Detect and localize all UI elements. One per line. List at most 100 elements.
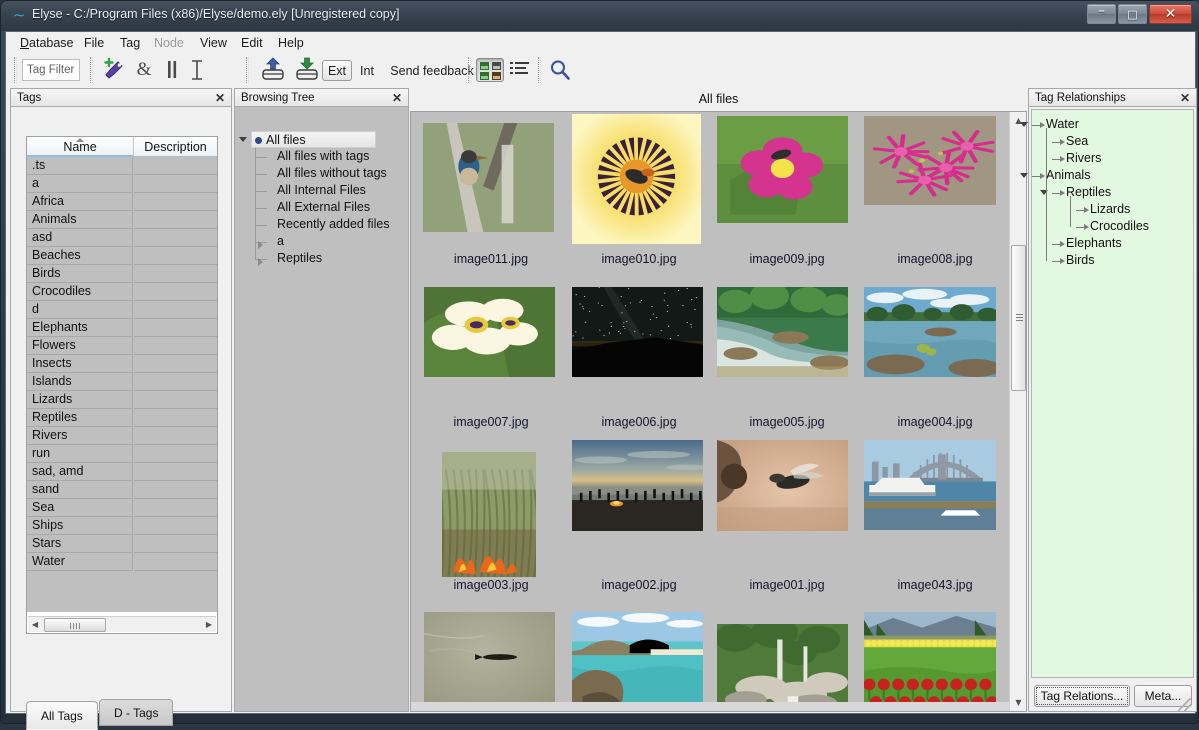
thumbnail-image[interactable]: [572, 612, 703, 710]
ext-button[interactable]: Ext: [322, 60, 352, 81]
tree-item-a[interactable]: a: [275, 233, 288, 250]
thumbnail-view-button[interactable]: [476, 58, 504, 82]
import-icon[interactable]: [258, 57, 288, 83]
close-icon[interactable]: ✕: [391, 89, 403, 107]
tags-list[interactable]: .tsaAfricaAnimalsasdBeachesBirdsCrocodil…: [27, 157, 217, 612]
table-row[interactable]: Stars: [27, 535, 217, 553]
chevron-down-icon[interactable]: [1020, 122, 1028, 127]
column-header-description[interactable]: Description: [134, 137, 217, 157]
tree-item-all-internal-files[interactable]: All Internal Files: [275, 182, 370, 199]
send-feedback-button[interactable]: Send feedback: [384, 60, 480, 81]
file-grid-item[interactable]: [707, 112, 867, 711]
list-view-button[interactable]: [510, 61, 530, 79]
tag-relationships-tree[interactable]: WaterSeaRiversAnimalsReptilesLizardsCroc…: [1031, 109, 1194, 678]
add-tag-icon[interactable]: [101, 57, 129, 83]
menu-file[interactable]: File: [84, 35, 104, 51]
relationship-item-reptiles[interactable]: Reptiles: [1066, 184, 1111, 201]
table-row[interactable]: .ts: [27, 157, 217, 175]
maximize-button[interactable]: □: [1118, 4, 1147, 24]
table-row[interactable]: Birds: [27, 265, 217, 283]
table-row[interactable]: Animals: [27, 211, 217, 229]
tag-description-cell: [134, 301, 217, 319]
scroll-down-icon[interactable]: ▼: [1010, 694, 1027, 711]
table-row[interactable]: Reptiles: [27, 409, 217, 427]
relationship-item-rivers[interactable]: Rivers: [1066, 150, 1101, 167]
tree-item-all-files-without-tags[interactable]: All files without tags: [275, 165, 391, 182]
search-button[interactable]: [549, 59, 573, 83]
table-row[interactable]: Beaches: [27, 247, 217, 265]
table-row[interactable]: Insects: [27, 355, 217, 373]
close-icon[interactable]: ✕: [214, 89, 226, 107]
table-row[interactable]: asd: [27, 229, 217, 247]
tree-item-reptiles[interactable]: Reptiles: [275, 250, 326, 267]
file-grid-horizontal-scrollbar[interactable]: [411, 702, 1009, 711]
scrollbar-thumb[interactable]: [1011, 245, 1026, 391]
chevron-right-icon[interactable]: [258, 241, 263, 249]
resize-grip[interactable]: [1178, 698, 1191, 711]
chevron-down-icon[interactable]: [239, 137, 247, 142]
table-row[interactable]: Lizards: [27, 391, 217, 409]
close-window-button[interactable]: ✕: [1149, 4, 1192, 24]
chevron-down-icon[interactable]: [1020, 173, 1028, 178]
tree-item-all-files-with-tags[interactable]: All files with tags: [275, 148, 373, 165]
tree-item-recently-added-files[interactable]: Recently added files: [275, 216, 394, 233]
thumbnail-image[interactable]: [864, 612, 996, 710]
file-grid-vertical-scrollbar[interactable]: ▲ ▼: [1009, 112, 1026, 711]
export-icon[interactable]: [292, 57, 322, 83]
tag-filter-input[interactable]: Tag Filter: [22, 59, 80, 81]
tag-name-cell: Ships: [27, 517, 133, 535]
table-row[interactable]: Sea: [27, 499, 217, 517]
table-row[interactable]: Africa: [27, 193, 217, 211]
and-operator-button[interactable]: &: [131, 56, 157, 84]
close-icon[interactable]: ✕: [1179, 89, 1191, 107]
chevron-right-icon[interactable]: [258, 258, 263, 266]
tree-item-all-files[interactable]: All files: [251, 131, 376, 148]
relationship-item-crocodiles[interactable]: Crocodiles: [1090, 218, 1149, 235]
table-row[interactable]: Crocodiles: [27, 283, 217, 301]
table-row[interactable]: Elephants: [27, 319, 217, 337]
menu-database[interactable]: Database: [20, 35, 74, 51]
table-row[interactable]: Ships: [27, 517, 217, 535]
menu-edit[interactable]: Edit: [241, 35, 263, 51]
tags-horizontal-scrollbar[interactable]: ◀ ▶: [28, 616, 216, 632]
minimize-button[interactable]: –: [1087, 4, 1116, 24]
table-row[interactable]: sad, amd: [27, 463, 217, 481]
tag-name-cell: Africa: [27, 193, 133, 211]
column-header-name[interactable]: Name: [27, 137, 134, 157]
relationship-item-sea[interactable]: Sea: [1066, 133, 1088, 150]
table-row[interactable]: Rivers: [27, 427, 217, 445]
scrollbar-thumb[interactable]: [44, 618, 106, 632]
table-row[interactable]: sand: [27, 481, 217, 499]
table-row[interactable]: a: [27, 175, 217, 193]
table-row[interactable]: Water: [27, 553, 217, 571]
relationship-item-lizards[interactable]: Lizards: [1090, 201, 1130, 218]
relationship-item-elephants[interactable]: Elephants: [1066, 235, 1122, 252]
menu-view[interactable]: View: [200, 35, 227, 51]
menu-tag[interactable]: Tag: [120, 35, 140, 51]
thumbnail-image[interactable]: [717, 624, 848, 710]
table-row[interactable]: Islands: [27, 373, 217, 391]
tag-description-cell: [134, 409, 217, 427]
file-grid-item[interactable]: [855, 112, 1009, 711]
not-operator-icon[interactable]: [186, 59, 208, 81]
int-button[interactable]: Int: [354, 60, 380, 81]
menu-help[interactable]: Help: [278, 35, 304, 51]
table-row[interactable]: d: [27, 301, 217, 319]
or-operator-icon[interactable]: [161, 60, 183, 80]
arrow-icon: [1060, 241, 1065, 247]
file-grid-item[interactable]: [411, 112, 571, 711]
tab-all-tags[interactable]: All Tags: [26, 701, 98, 730]
table-row[interactable]: run: [27, 445, 217, 463]
file-grid-viewport[interactable]: image011.jpgimage010.jpgimage009.jpgimag…: [411, 112, 1009, 711]
scroll-left-icon[interactable]: ◀: [28, 617, 42, 632]
relationship-item-animals[interactable]: Animals: [1046, 167, 1090, 184]
tag-relations-button[interactable]: Tag Relations...: [1034, 685, 1130, 707]
tree-item-all-external-files[interactable]: All External Files: [275, 199, 374, 216]
scroll-right-icon[interactable]: ▶: [202, 617, 216, 632]
file-grid-item[interactable]: [559, 112, 719, 711]
relationship-item-water[interactable]: Water: [1046, 116, 1079, 133]
tab-d-tags[interactable]: D - Tags: [99, 699, 173, 726]
thumbnail-image[interactable]: [424, 612, 555, 710]
table-row[interactable]: Flowers: [27, 337, 217, 355]
relationship-item-birds[interactable]: Birds: [1066, 252, 1094, 269]
